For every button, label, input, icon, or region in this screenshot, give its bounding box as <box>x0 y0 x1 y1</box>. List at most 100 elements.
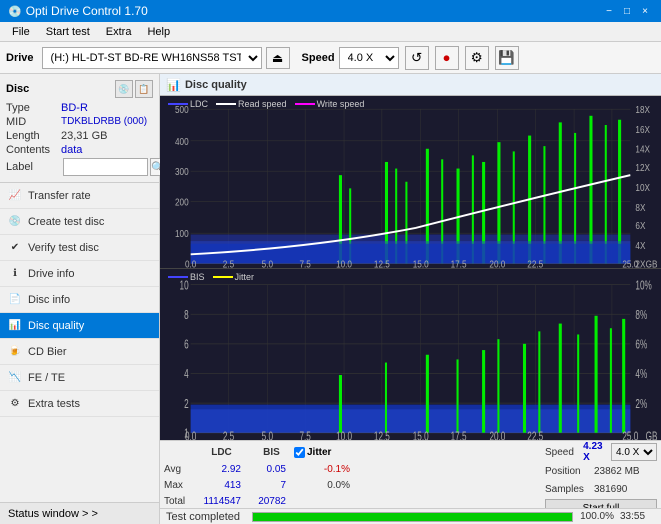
svg-text:5.0: 5.0 <box>262 259 273 268</box>
svg-text:7.5: 7.5 <box>300 429 311 440</box>
minimize-button[interactable]: − <box>601 3 617 19</box>
svg-text:GB: GB <box>646 259 658 268</box>
disc-icons: 💿 📋 <box>115 80 153 98</box>
verify-test-disc-icon: ✔ <box>8 241 22 255</box>
speed-select[interactable]: 4.0 X <box>339 47 399 69</box>
speed-info-select[interactable]: 4.0 X <box>611 443 657 461</box>
svg-text:4X: 4X <box>635 240 646 252</box>
svg-text:100: 100 <box>175 228 189 240</box>
svg-text:200: 200 <box>175 197 189 209</box>
drive-label: Drive <box>6 52 34 64</box>
svg-text:14X: 14X <box>635 144 650 156</box>
avg-row: Avg 2.92 0.05 -0.1% <box>164 461 537 477</box>
legend-write-speed: Write speed <box>295 99 365 109</box>
nav-fe-te[interactable]: 📉 FE / TE <box>0 365 159 391</box>
chart-top: LDC Read speed Write speed <box>160 96 661 269</box>
eject-button[interactable]: ⏏ <box>266 47 290 69</box>
disc-label-input[interactable] <box>63 158 148 176</box>
disc-label-row: Label 🔍 <box>6 158 153 176</box>
nav-drive-info[interactable]: ℹ Drive info <box>0 261 159 287</box>
menu-bar: File Start test Extra Help <box>0 22 661 42</box>
bottom-left-stats: LDC BIS Jitter Avg 2.92 0.05 -0.1% <box>160 441 541 508</box>
max-row: Max 413 7 0.0% <box>164 477 537 493</box>
svg-text:12X: 12X <box>635 162 650 174</box>
avg-label: Avg <box>164 464 194 475</box>
menu-file[interactable]: File <box>4 24 38 40</box>
main-content: Drive (H:) HL-DT-ST BD-RE WH16NS58 TST4 … <box>0 42 661 524</box>
bis-avg: 0.05 <box>249 464 294 475</box>
stats-header-row: LDC BIS Jitter <box>164 443 537 461</box>
legend-jitter: Jitter <box>213 272 255 282</box>
svg-text:10.0: 10.0 <box>336 259 352 268</box>
svg-text:8%: 8% <box>635 308 647 322</box>
status-text: Test completed <box>166 511 246 523</box>
svg-text:4: 4 <box>184 367 189 381</box>
app-title: Opti Drive Control 1.70 <box>26 4 148 18</box>
max-label: Max <box>164 480 194 491</box>
right-panel: 📊 Disc quality LDC Read <box>160 74 661 524</box>
disc-icon-1[interactable]: 💿 <box>115 80 133 98</box>
progress-bar-outer <box>252 512 573 522</box>
nav-extra-tests[interactable]: ⚙ Extra tests <box>0 391 159 417</box>
drive-select[interactable]: (H:) HL-DT-ST BD-RE WH16NS58 TST4 <box>42 47 262 69</box>
bottom-right-stats: Speed 4.23 X 4.0 X Position 23862 MB Sam… <box>541 441 661 508</box>
svg-text:6: 6 <box>184 337 189 351</box>
jitter-max: 0.0% <box>294 480 354 491</box>
legend-read-speed: Read speed <box>216 99 287 109</box>
svg-text:15.0: 15.0 <box>413 429 429 440</box>
ldc-max: 413 <box>194 480 249 491</box>
speed-info-row: Speed 4.23 X 4.0 X <box>545 443 657 461</box>
jitter-checkbox[interactable] <box>294 447 305 458</box>
disc-contents-label: Contents <box>6 144 61 156</box>
menu-extra[interactable]: Extra <box>98 24 140 40</box>
burn-button[interactable]: ● <box>435 46 459 70</box>
jitter-avg: -0.1% <box>294 464 354 475</box>
quality-title: Disc quality <box>185 79 247 91</box>
svg-text:10X: 10X <box>635 182 650 194</box>
bottom-legend: BIS Jitter <box>168 272 254 282</box>
svg-text:16X: 16X <box>635 124 650 136</box>
disc-icon-2[interactable]: 📋 <box>135 80 153 98</box>
status-window-button[interactable]: Status window > > <box>0 502 159 524</box>
maximize-button[interactable]: □ <box>619 3 635 19</box>
jitter-header: Jitter <box>307 447 331 458</box>
samples-label: Samples <box>545 484 590 495</box>
nav-cd-bier[interactable]: 🍺 CD Bier <box>0 339 159 365</box>
svg-text:12.5: 12.5 <box>374 429 390 440</box>
svg-text:2%: 2% <box>635 397 647 411</box>
disc-length-value: 23,31 GB <box>61 130 107 142</box>
svg-text:2: 2 <box>184 397 189 411</box>
svg-text:5.0: 5.0 <box>262 429 273 440</box>
progress-time: 33:55 <box>620 511 655 522</box>
disc-panel: Disc 💿 📋 Type BD-R MID TDKBLDRBB (000) L… <box>0 74 159 183</box>
speed-info-label: Speed <box>545 447 579 458</box>
disc-contents-row: Contents data <box>6 144 153 156</box>
menu-help[interactable]: Help <box>139 24 178 40</box>
svg-text:10.0: 10.0 <box>336 429 352 440</box>
create-test-disc-icon: 💿 <box>8 215 22 229</box>
position-label: Position <box>545 466 590 477</box>
nav-disc-info[interactable]: 📄 Disc info <box>0 287 159 313</box>
nav-disc-quality[interactable]: 📊 Disc quality <box>0 313 159 339</box>
svg-text:12.5: 12.5 <box>374 259 390 268</box>
nav-create-test-disc[interactable]: 💿 Create test disc <box>0 209 159 235</box>
disc-title: Disc <box>6 83 29 95</box>
nav-create-test-disc-label: Create test disc <box>28 216 104 228</box>
svg-text:6X: 6X <box>635 220 646 232</box>
svg-text:7.5: 7.5 <box>300 259 311 268</box>
menu-start-test[interactable]: Start test <box>38 24 98 40</box>
disc-contents-value: data <box>61 144 82 156</box>
svg-text:25.0: 25.0 <box>622 429 638 440</box>
options-button[interactable]: ⚙ <box>465 46 489 70</box>
nav-verify-test-disc[interactable]: ✔ Verify test disc <box>0 235 159 261</box>
save-button[interactable]: 💾 <box>495 46 519 70</box>
toolbar: Drive (H:) HL-DT-ST BD-RE WH16NS58 TST4 … <box>0 42 661 74</box>
disc-mid-row: MID TDKBLDRBB (000) <box>6 116 153 128</box>
refresh-button[interactable]: ↺ <box>405 46 429 70</box>
close-button[interactable]: × <box>637 3 653 19</box>
nav-disc-info-label: Disc info <box>28 294 70 306</box>
nav-cd-bier-label: CD Bier <box>28 346 67 358</box>
nav-items: 📈 Transfer rate 💿 Create test disc ✔ Ver… <box>0 183 159 502</box>
svg-text:2.5: 2.5 <box>223 259 234 268</box>
nav-transfer-rate[interactable]: 📈 Transfer rate <box>0 183 159 209</box>
